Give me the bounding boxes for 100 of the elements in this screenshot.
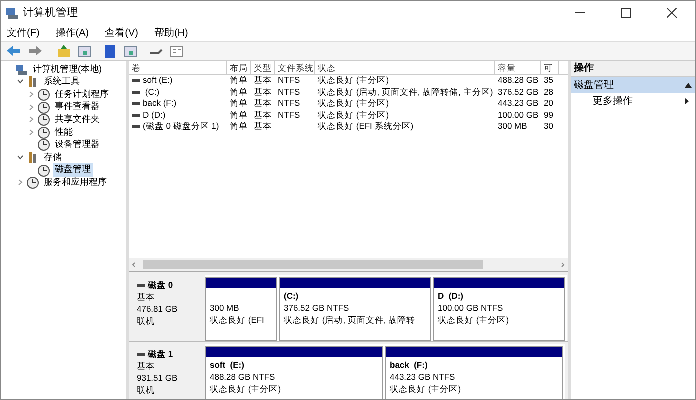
partition-label: (C:) xyxy=(284,290,300,302)
partition-block[interactable]: D (D:) 100.00 GB NTFS 状态良好 (主分区) xyxy=(433,277,565,341)
table-cell: 443.23 GB xyxy=(498,98,539,110)
table-cell: 28 xyxy=(544,86,554,98)
table-cell: NTFS xyxy=(278,75,300,86)
table-cell: 100.00 GB xyxy=(498,110,539,121)
table-cell: 状态良好 (主分区) xyxy=(318,75,390,86)
column-header[interactable]: 卷 xyxy=(129,61,227,74)
disk-type: 基本 xyxy=(137,291,156,303)
partition-size: 443.23 GB NTFS xyxy=(390,371,456,383)
tree-item[interactable]: 存储 xyxy=(42,150,64,164)
table-cell: 20 xyxy=(544,98,554,110)
partition-size: 488.28 GB NTFS xyxy=(210,371,276,383)
column-header[interactable]: 可 xyxy=(541,61,559,74)
partition-label: back (F:) xyxy=(390,359,429,371)
partition-size: 300 MB xyxy=(210,302,240,314)
table-cell: 简单 xyxy=(230,75,248,86)
table-cell: 状态良好 (主分区) xyxy=(318,110,390,121)
table-cell: NTFS xyxy=(278,86,300,98)
chevron-right-icon[interactable] xyxy=(28,104,35,111)
tree-item[interactable]: 事件查看器 xyxy=(53,100,102,114)
disk-status: 联机 xyxy=(137,315,156,327)
menu-item[interactable]: 文件(F) xyxy=(5,26,42,40)
chevron-right-icon[interactable] xyxy=(28,128,35,136)
tree-item[interactable]: 共享文件夹 xyxy=(53,112,102,126)
partition-block[interactable]: back (F:) 443.23 GB NTFS 状态良好 (主分区) xyxy=(385,346,563,399)
table-cell: 简单 xyxy=(230,86,248,98)
disk-status: 联机 xyxy=(137,384,156,396)
chevron-down-icon[interactable] xyxy=(17,154,24,161)
partition-status: 状态良好 (EFI xyxy=(210,314,266,326)
scroll-right-icon[interactable] xyxy=(560,262,566,268)
table-cell: back (F:) xyxy=(143,98,177,110)
horizontal-scrollbar[interactable] xyxy=(129,258,568,272)
tree-item[interactable]: 磁盘管理 xyxy=(53,163,93,177)
disk-name: 磁盘 0 xyxy=(148,279,174,291)
column-header[interactable]: 文件系统 xyxy=(275,61,315,74)
partition-block[interactable]: soft (E:) 488.28 GB NTFS 状态良好 (主分区) xyxy=(205,346,383,399)
chevron-right-icon[interactable] xyxy=(28,90,35,98)
table-cell: 300 MB xyxy=(498,121,528,132)
menu-item[interactable]: 操作(A) xyxy=(54,26,92,40)
table-cell: 简单 xyxy=(230,121,248,132)
table-cell: 基本 xyxy=(254,98,272,110)
table-cell: 488.28 GB xyxy=(498,75,539,86)
partition-label: soft (E:) xyxy=(210,359,246,371)
section-header[interactable]: 磁盘管理 xyxy=(571,77,695,93)
table-cell: 简单 xyxy=(230,98,248,110)
table-cell: 状态良好 (EFI 系统分区) xyxy=(318,121,414,132)
table-cell: 30 xyxy=(544,121,554,132)
disk-size: 931.51 GB xyxy=(137,372,179,384)
partition-size: 100.00 GB NTFS xyxy=(438,302,504,314)
table-cell: 状态良好 (主分区) xyxy=(318,98,390,110)
menu-item[interactable]: 帮助(H) xyxy=(152,26,190,40)
chevron-right-icon[interactable] xyxy=(28,116,35,124)
partition-label: D (D:) xyxy=(438,290,464,302)
menu-item[interactable]: 查看(V) xyxy=(103,26,140,40)
table-cell-text: (C:) xyxy=(144,86,160,98)
action-item[interactable]: 更多操作 xyxy=(571,93,695,109)
table-cell: 基本 xyxy=(254,121,272,132)
close-icon xyxy=(667,8,677,18)
partition-status: 状态良好 (主分区) xyxy=(438,314,510,326)
submenu-arrow-icon xyxy=(685,98,689,104)
column-header[interactable]: 类型 xyxy=(251,61,275,74)
tree-item[interactable]: 系统工具 xyxy=(42,75,82,89)
disk-type: 基本 xyxy=(137,360,156,372)
tree-item[interactable]: 任务计划程序 xyxy=(53,88,111,102)
table-cell: 状态良好 (启动, 页面文件, 故障转储, 主分区) xyxy=(318,86,494,98)
tree-item[interactable]: 计算机管理(本地) xyxy=(31,62,104,76)
chevron-right-icon[interactable] xyxy=(17,179,24,186)
table-cell: 简单 xyxy=(230,110,248,121)
table-cell: 基本 xyxy=(254,86,272,98)
column-header[interactable]: 状态 xyxy=(315,61,495,74)
partition-status: 状态良好 (主分区) xyxy=(210,383,282,395)
table-cell: 35 xyxy=(544,75,554,86)
scrollbar-thumb[interactable] xyxy=(143,260,483,269)
partition-status: 状态良好 (启动, 页面文件, 故障转 xyxy=(284,314,417,326)
computer-icon xyxy=(5,6,19,20)
table-cell: 基本 xyxy=(254,75,272,86)
partition-status: 状态良好 (主分区) xyxy=(390,383,462,395)
computer-icon xyxy=(15,62,28,76)
window-title: 计算机管理 xyxy=(23,6,78,21)
partition-block[interactable]: 300 MB 状态良好 (EFI xyxy=(205,277,277,341)
partition-size: 376.52 GB NTFS xyxy=(284,302,350,314)
table-cell: NTFS xyxy=(278,110,300,121)
partition-block[interactable]: (C:) 376.52 GB NTFS 状态良好 (启动, 页面文件, 故障转 xyxy=(279,277,431,341)
tree-item[interactable]: 服务和应用程序 xyxy=(42,176,109,190)
disk-size: 476.81 GB xyxy=(137,303,179,315)
tree-item[interactable]: 设备管理器 xyxy=(53,138,102,152)
table-cell: D (D:) xyxy=(143,110,166,121)
table-cell: (磁盘 0 磁盘分区 1) xyxy=(143,121,220,132)
disk-name: 磁盘 1 xyxy=(148,348,174,360)
tree-item[interactable]: 性能 xyxy=(53,126,75,140)
chevron-down-icon[interactable] xyxy=(17,78,24,86)
panel-title: 操作 xyxy=(571,61,695,77)
maximize-icon xyxy=(621,8,631,18)
column-header[interactable]: 布局 xyxy=(227,61,251,74)
collapse-icon[interactable] xyxy=(685,82,692,88)
table-cell: soft (E:) xyxy=(143,75,173,86)
scroll-left-icon[interactable] xyxy=(131,262,137,268)
table-cell: 基本 xyxy=(254,110,272,121)
column-header[interactable]: 容量 xyxy=(495,61,541,74)
